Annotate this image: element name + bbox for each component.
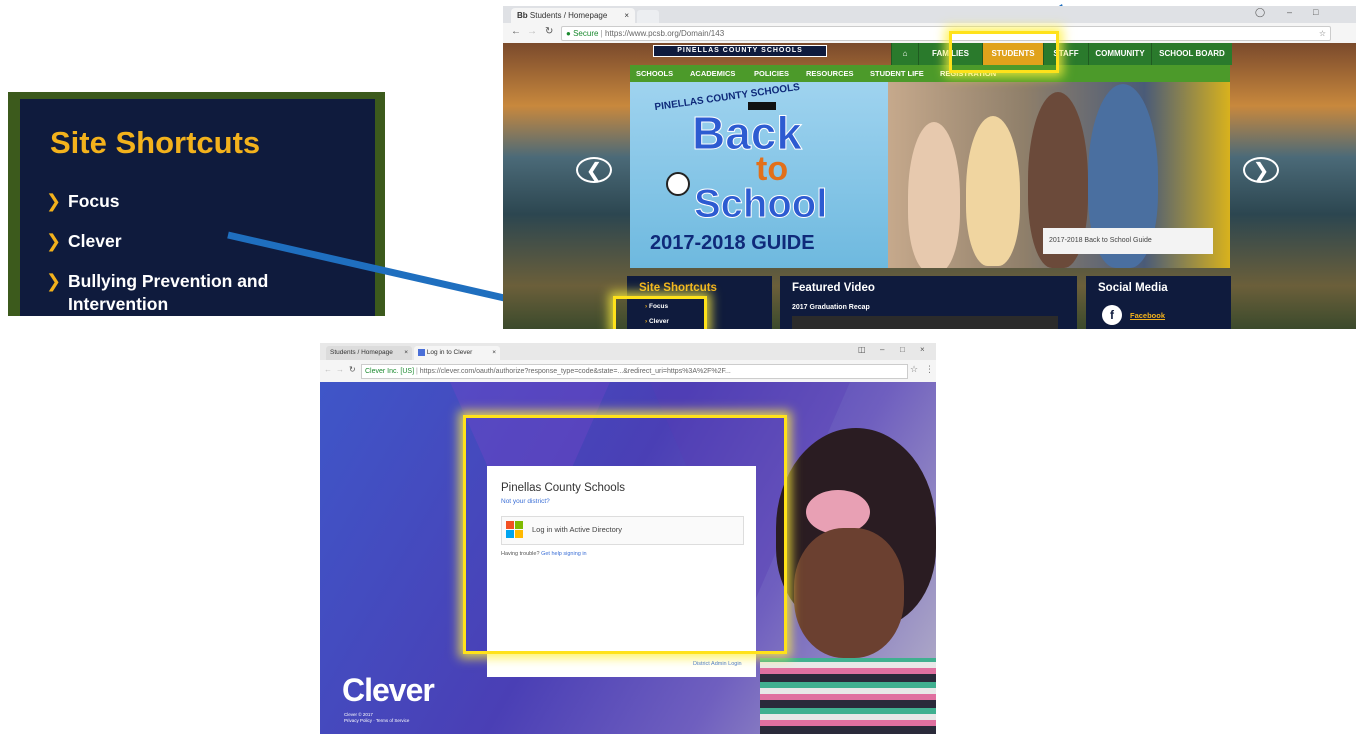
back-to-school-graphic: PINELLAS COUNTY SCHOOLS Back to School 2… <box>630 82 888 268</box>
social-media-title: Social Media <box>1098 282 1168 294</box>
slideshow-next-button[interactable]: ❯ <box>1243 157 1279 183</box>
url-field[interactable]: ● Secure | https://www.pcsb.org/Domain/1… <box>561 26 1331 41</box>
video-thumbnail[interactable] <box>792 316 1058 329</box>
secure-label: Secure <box>573 29 599 38</box>
star-icon[interactable]: ☆ <box>1319 27 1326 40</box>
back-arrow-icon[interactable]: ← <box>511 26 521 37</box>
address-bar-row: ← → ↻ Clever Inc. [US] | https://clever.… <box>320 360 936 383</box>
site-logo[interactable]: PINELLAS COUNTY SCHOOLS <box>653 45 827 57</box>
shortcut-link-clever[interactable]: ❯ Clever <box>46 230 122 253</box>
shortcuts-title: Site Shortcuts <box>50 125 261 160</box>
slideshow-prev-button[interactable]: ❮ <box>576 157 612 183</box>
subnav-student-life[interactable]: STUDENT LIFE <box>870 65 924 82</box>
slide-caption: 2017-2018 Back to School Guide <box>1043 228 1213 254</box>
new-tab-button[interactable] <box>637 10 659 23</box>
nav-community[interactable]: COMMUNITY <box>1088 43 1151 65</box>
hero-school-text: School <box>693 182 828 227</box>
minimize-icon[interactable]: – <box>880 345 884 354</box>
profile-icon[interactable]: ◫ <box>858 345 866 354</box>
menu-icon[interactable]: ⋮ <box>925 364 934 375</box>
hero-guide-text: 2017-2018 GUIDE <box>650 232 815 254</box>
subnav-policies[interactable]: POLICIES <box>754 65 789 82</box>
clever-browser-window: Students / Homepage × Log in to Clever ×… <box>320 343 936 734</box>
blackboard-icon: Bb <box>517 11 528 20</box>
student-photo-face <box>794 528 904 658</box>
shortcut-link-focus[interactable]: ❯ Focus <box>46 190 120 213</box>
chevron-right-icon: ❯ <box>46 191 62 211</box>
maximize-icon[interactable]: □ <box>900 345 905 354</box>
tab-log-in-to-clever[interactable]: Log in to Clever × <box>414 346 500 360</box>
student-figure <box>908 122 960 268</box>
maximize-icon[interactable]: □ <box>1313 7 1318 17</box>
district-admin-login-link[interactable]: District Admin Login <box>693 661 742 667</box>
home-icon[interactable]: ⌂ <box>891 43 918 65</box>
hero-slideshow[interactable]: PINELLAS COUNTY SCHOOLS Back to School 2… <box>630 82 1230 268</box>
tab-students-homepage[interactable]: Bb Students / Homepage × <box>511 8 635 23</box>
shortcut-label-line2: Intervention <box>68 294 169 314</box>
close-icon[interactable]: × <box>624 8 629 23</box>
facebook-link[interactable]: Facebook <box>1130 311 1165 320</box>
sub-navigation: SCHOOLS ACADEMICS POLICIES RESOURCES STU… <box>630 65 1230 82</box>
login-card-highlight <box>463 415 787 654</box>
star-icon[interactable]: ☆ <box>910 364 918 375</box>
featured-video-name[interactable]: 2017 Graduation Recap <box>792 304 870 311</box>
graduation-cap-icon <box>748 102 776 110</box>
subnav-resources[interactable]: RESOURCES <box>806 65 854 82</box>
student-figure <box>966 116 1020 266</box>
clever-logo: Clever <box>342 672 435 708</box>
chevron-right-icon: ❯ <box>46 231 62 251</box>
tab-label: Students / Homepage <box>330 349 393 356</box>
cert-label: Clever Inc. [US] <box>365 368 415 375</box>
clever-favicon-icon <box>418 348 425 356</box>
tab-bar: Students / Homepage × Log in to Clever ×… <box>320 343 936 360</box>
forward-arrow-icon[interactable]: → <box>527 26 537 37</box>
nav-school-board[interactable]: SCHOOL BOARD <box>1151 43 1232 65</box>
url-text: https://clever.com/oauth/authorize?respo… <box>419 368 731 375</box>
tab-students-homepage[interactable]: Students / Homepage × <box>326 346 412 360</box>
chevron-right-icon: ❯ <box>46 271 62 291</box>
footer-links[interactable]: Privacy Policy · Terms of Service <box>344 718 409 723</box>
students-highlight <box>949 31 1059 73</box>
minimize-icon[interactable]: – <box>1287 7 1292 17</box>
url-field[interactable]: Clever Inc. [US] | https://clever.com/oa… <box>361 364 908 379</box>
close-icon[interactable]: × <box>492 346 496 360</box>
top-browser-window: Bb Students / Homepage × ◯ – □ ← → ↻ ● S… <box>503 6 1356 329</box>
tab-label: Students / Homepage <box>529 11 608 20</box>
lock-icon: ● <box>566 29 571 38</box>
url-text: https://www.pcsb.org/Domain/143 <box>604 29 725 38</box>
shortcut-label: Clever <box>68 231 122 251</box>
back-arrow-icon[interactable]: ← <box>324 365 332 374</box>
soccer-ball-icon <box>666 172 690 196</box>
featured-video-title: Featured Video <box>792 282 875 294</box>
facebook-icon[interactable]: f <box>1102 305 1122 325</box>
subnav-schools[interactable]: SCHOOLS <box>636 65 673 82</box>
pcsb-website: PINELLAS COUNTY SCHOOLS ⌂ FAMILIES STUDE… <box>503 43 1356 329</box>
close-icon[interactable]: × <box>404 346 408 360</box>
shortcut-label: Focus <box>68 191 120 211</box>
reload-icon[interactable]: ↻ <box>545 26 553 37</box>
site-shortcuts-title: Site Shortcuts <box>639 282 717 294</box>
striped-shirt <box>760 658 936 734</box>
clever-highlight <box>613 296 707 329</box>
tab-bar: Bb Students / Homepage × ◯ – □ <box>503 6 1356 23</box>
profile-icon[interactable]: ◯ <box>1255 7 1265 18</box>
address-bar-row: ← → ↻ ● Secure | https://www.pcsb.org/Do… <box>503 23 1356 44</box>
footer-copyright: Clever © 2017 <box>344 712 373 717</box>
reload-icon[interactable]: ↻ <box>349 365 356 374</box>
close-window-icon[interactable]: × <box>920 345 925 354</box>
tab-label: Log in to Clever <box>426 349 473 356</box>
social-media-panel: Social Media f Facebook <box>1086 276 1231 329</box>
subnav-academics[interactable]: ACADEMICS <box>690 65 735 82</box>
forward-arrow-icon[interactable]: → <box>336 365 344 374</box>
featured-video-panel: Featured Video 2017 Graduation Recap <box>780 276 1077 329</box>
